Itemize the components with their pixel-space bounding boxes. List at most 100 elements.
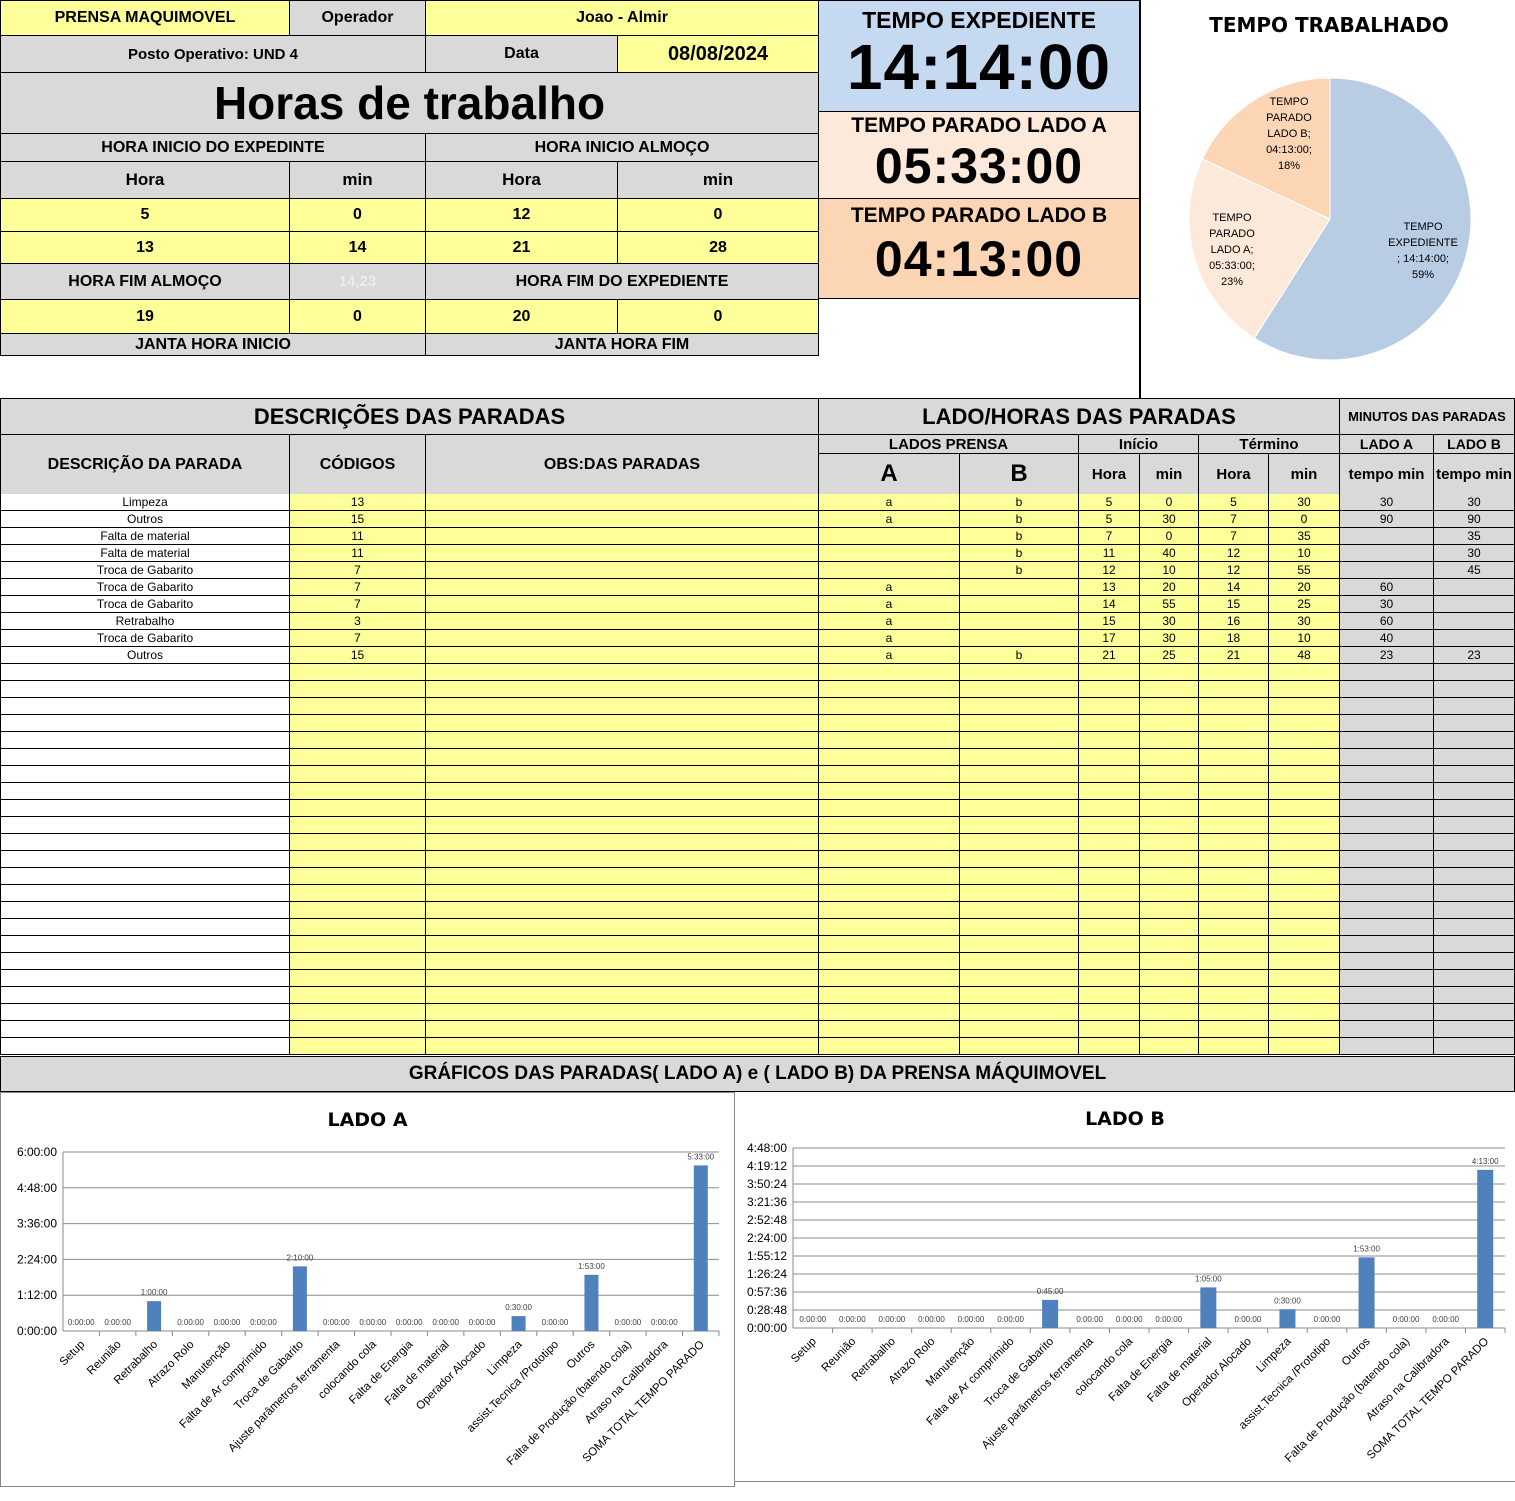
cell-minutos-b[interactable] — [1433, 579, 1515, 596]
cell-lado-a[interactable] — [818, 987, 960, 1004]
cell-inicio-hora[interactable] — [1078, 834, 1140, 851]
cell-minutos-b[interactable]: 30 — [1433, 494, 1515, 511]
cell-inicio-hora[interactable]: 12 — [1078, 562, 1140, 579]
cell-termino-hora[interactable] — [1198, 868, 1269, 885]
cell-minutos-a[interactable] — [1339, 902, 1434, 919]
cell-termino-hora[interactable]: 12 — [1198, 562, 1269, 579]
cell-termino-min[interactable] — [1268, 732, 1340, 749]
cell-lado-b[interactable] — [959, 613, 1079, 630]
cell-inicio-hora[interactable] — [1078, 987, 1140, 1004]
cell-termino-min[interactable]: 30 — [1268, 494, 1340, 511]
cell-termino-hora[interactable] — [1198, 1038, 1269, 1055]
cell-minutos-a[interactable] — [1339, 936, 1434, 953]
cell-descricao[interactable]: Troca de Gabarito — [0, 596, 290, 613]
cell-inicio-hora[interactable]: 11 — [1078, 545, 1140, 562]
cell-minutos-b[interactable]: 35 — [1433, 528, 1515, 545]
cell-descricao[interactable] — [0, 868, 290, 885]
cell-termino-hora[interactable] — [1198, 817, 1269, 834]
cell-codigo[interactable] — [289, 783, 426, 800]
cell-obs[interactable] — [425, 562, 819, 579]
cell-minutos-a[interactable]: 30 — [1339, 596, 1434, 613]
cell-lado-a[interactable] — [818, 715, 960, 732]
cell-obs[interactable] — [425, 800, 819, 817]
cell-lado-a[interactable] — [818, 698, 960, 715]
cell-lado-b[interactable] — [959, 681, 1079, 698]
cell-minutos-b[interactable] — [1433, 698, 1515, 715]
cell-termino-min[interactable]: 10 — [1268, 545, 1340, 562]
cell-codigo[interactable] — [289, 800, 426, 817]
cell-descricao[interactable] — [0, 749, 290, 766]
cell-termino-hora[interactable]: 15 — [1198, 596, 1269, 613]
cell-obs[interactable] — [425, 579, 819, 596]
cell-lado-b[interactable] — [959, 783, 1079, 800]
cell-termino-min[interactable] — [1268, 987, 1340, 1004]
cell-lado-b[interactable] — [959, 630, 1079, 647]
cell-lado-a[interactable] — [818, 664, 960, 681]
cell-lado-a[interactable] — [818, 868, 960, 885]
cell-minutos-a[interactable] — [1339, 1038, 1434, 1055]
cell-lado-a[interactable] — [818, 800, 960, 817]
cell-inicio-min[interactable] — [1139, 783, 1199, 800]
cell-descricao[interactable] — [0, 885, 290, 902]
cell-lado-a[interactable] — [818, 545, 960, 562]
cell-obs[interactable] — [425, 528, 819, 545]
fim-expediente-min[interactable]: 0 — [617, 299, 819, 334]
cell-obs[interactable] — [425, 902, 819, 919]
cell-minutos-b[interactable] — [1433, 596, 1515, 613]
cell-lado-a[interactable] — [818, 562, 960, 579]
cell-minutos-b[interactable] — [1433, 834, 1515, 851]
cell-minutos-a[interactable] — [1339, 885, 1434, 902]
cell-termino-hora[interactable] — [1198, 919, 1269, 936]
cell-obs[interactable] — [425, 681, 819, 698]
cell-termino-hora[interactable] — [1198, 766, 1269, 783]
cell-lado-b[interactable]: b — [959, 545, 1079, 562]
cell-inicio-min[interactable] — [1139, 936, 1199, 953]
cell-lado-b[interactable] — [959, 1004, 1079, 1021]
cell-lado-b[interactable] — [959, 919, 1079, 936]
cell-minutos-a[interactable] — [1339, 851, 1434, 868]
cell-obs[interactable] — [425, 868, 819, 885]
cell-inicio-min[interactable] — [1139, 987, 1199, 1004]
cell-termino-min[interactable] — [1268, 715, 1340, 732]
cell-termino-min[interactable] — [1268, 1004, 1340, 1021]
cell-obs[interactable] — [425, 545, 819, 562]
cell-inicio-hora[interactable] — [1078, 936, 1140, 953]
cell-inicio-hora[interactable] — [1078, 732, 1140, 749]
cell-minutos-b[interactable]: 90 — [1433, 511, 1515, 528]
cell-lado-a[interactable] — [818, 749, 960, 766]
cell-termino-hora[interactable]: 18 — [1198, 630, 1269, 647]
cell-obs[interactable] — [425, 766, 819, 783]
cell-codigo[interactable]: 7 — [289, 579, 426, 596]
cell-inicio-min[interactable] — [1139, 749, 1199, 766]
calc-cell-3[interactable]: 21 — [425, 231, 618, 264]
cell-codigo[interactable]: 15 — [289, 511, 426, 528]
cell-descricao[interactable]: Falta de material — [0, 545, 290, 562]
cell-minutos-b[interactable] — [1433, 851, 1515, 868]
cell-obs[interactable] — [425, 885, 819, 902]
cell-descricao[interactable] — [0, 715, 290, 732]
cell-lado-b[interactable] — [959, 749, 1079, 766]
cell-lado-b[interactable] — [959, 1038, 1079, 1055]
cell-inicio-min[interactable]: 0 — [1139, 528, 1199, 545]
cell-obs[interactable] — [425, 987, 819, 1004]
cell-inicio-hora[interactable] — [1078, 902, 1140, 919]
cell-inicio-min[interactable] — [1139, 868, 1199, 885]
cell-minutos-b[interactable] — [1433, 902, 1515, 919]
cell-lado-a[interactable]: a — [818, 511, 960, 528]
cell-termino-min[interactable] — [1268, 936, 1340, 953]
cell-obs[interactable] — [425, 732, 819, 749]
cell-minutos-a[interactable]: 23 — [1339, 647, 1434, 664]
cell-termino-hora[interactable] — [1198, 851, 1269, 868]
cell-minutos-b[interactable] — [1433, 817, 1515, 834]
cell-minutos-b[interactable] — [1433, 919, 1515, 936]
cell-termino-hora[interactable] — [1198, 834, 1269, 851]
cell-minutos-a[interactable]: 90 — [1339, 511, 1434, 528]
cell-inicio-hora[interactable] — [1078, 1004, 1140, 1021]
cell-obs[interactable] — [425, 698, 819, 715]
cell-descricao[interactable] — [0, 1004, 290, 1021]
cell-minutos-b[interactable] — [1433, 664, 1515, 681]
cell-termino-hora[interactable] — [1198, 715, 1269, 732]
cell-minutos-b[interactable] — [1433, 749, 1515, 766]
inicio-exp-hora[interactable]: 5 — [0, 198, 290, 232]
cell-obs[interactable] — [425, 596, 819, 613]
